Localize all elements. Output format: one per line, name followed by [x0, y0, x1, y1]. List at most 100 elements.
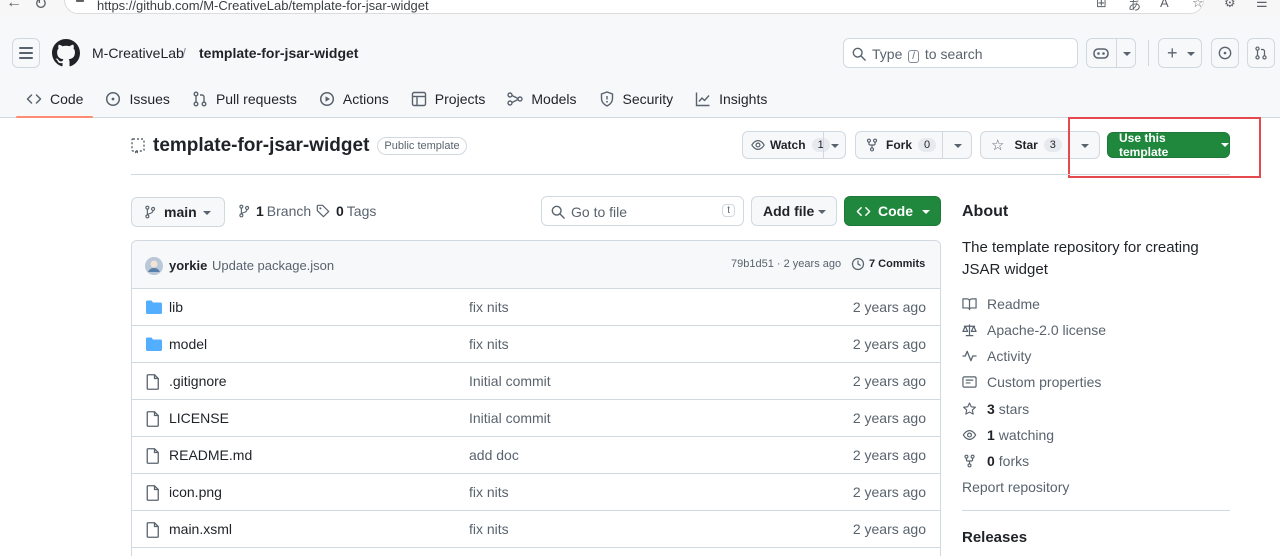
tab-issues[interactable]: Issues [95, 80, 179, 118]
header-divider [131, 174, 1230, 175]
translate-icon[interactable]: あ [1128, 0, 1144, 13]
history-icon [851, 257, 865, 271]
chevron-down-icon[interactable] [954, 144, 962, 148]
pull-requests-button[interactable] [1247, 38, 1275, 68]
file-icon [146, 411, 160, 427]
stars-link[interactable]: 3 stars [962, 401, 1029, 417]
file-name[interactable]: icon.png [169, 484, 222, 500]
repo-title-name[interactable]: template-for-jsar-widget [153, 135, 369, 157]
pulse-icon [962, 350, 977, 362]
commit-message[interactable]: Update package.json [212, 258, 334, 273]
watching-link[interactable]: 1 watching [962, 427, 1054, 443]
tab-label: Issues [129, 91, 170, 107]
split-screen-icon[interactable]: ⊞ [1096, 0, 1112, 11]
back-arrow-icon[interactable]: ← [6, 0, 22, 12]
commits-link[interactable]: 7 Commits [851, 257, 925, 271]
tab-insights[interactable]: Insights [685, 80, 777, 118]
avatar[interactable] [145, 257, 163, 275]
tab-pull-requests[interactable]: Pull requests [182, 80, 307, 118]
copilot-button[interactable] [1086, 38, 1136, 68]
report-repository-link[interactable]: Report repository [962, 479, 1069, 495]
file-row[interactable]: main.xsml fix nits 2 years ago [132, 511, 940, 548]
reload-icon[interactable]: ↻ [34, 0, 47, 14]
file-name[interactable]: .gitignore [169, 373, 227, 389]
chevron-down-icon[interactable] [831, 144, 839, 148]
file-commit-message[interactable]: fix nits [469, 336, 509, 352]
latest-commit-row: yorkie Update package.json 79b1d51 · 2 y… [132, 241, 940, 289]
activity-link[interactable]: Activity [962, 348, 1031, 364]
file-row[interactable]: .gitignore Initial commit 2 years ago [132, 363, 940, 400]
star-count: 3 [1043, 138, 1062, 152]
file-row[interactable]: model fix nits 2 years ago [132, 326, 940, 363]
tab-label: Pull requests [215, 91, 297, 107]
file-commit-message[interactable]: Initial commit [469, 373, 551, 389]
go-to-file-placeholder: Go to file [571, 204, 628, 220]
plus-icon: + [1167, 43, 1178, 63]
file-name[interactable]: LICENSE [169, 410, 229, 426]
file-icon [146, 448, 160, 464]
file-commit-message[interactable]: fix nits [469, 521, 509, 537]
github-logo-icon[interactable] [52, 39, 80, 67]
custom-properties-link[interactable]: Custom properties [962, 374, 1101, 390]
tab-label: Models [531, 91, 577, 107]
extensions-icon[interactable]: ⚙ [1224, 0, 1240, 11]
file-name[interactable]: README.md [169, 447, 252, 463]
tab-security[interactable]: Security [589, 80, 684, 118]
file-row[interactable]: README.md add doc 2 years ago [132, 437, 940, 474]
chevron-down-icon [922, 210, 930, 214]
favorites-list-icon[interactable]: ☰ [1256, 0, 1272, 11]
file-icon [146, 374, 160, 390]
address-bar[interactable]: https://github.com/M-CreativeLab/templat… [64, 0, 1204, 14]
file-name[interactable]: lib [169, 299, 183, 315]
create-new-button[interactable]: + [1158, 38, 1202, 68]
file-commit-message[interactable]: Initial commit [469, 410, 551, 426]
hamburger-menu-button[interactable] [12, 38, 40, 68]
file-commit-message[interactable]: fix nits [469, 299, 509, 315]
tab-actions[interactable]: Actions [309, 80, 399, 118]
go-to-file-input[interactable]: Go to file t [541, 196, 744, 226]
search-icon [551, 205, 565, 219]
branch-selector[interactable]: main [131, 197, 225, 227]
github-header: M-CreativeLab / template-for-jsar-widget… [0, 16, 1280, 118]
eye-icon [962, 430, 977, 440]
forks-link[interactable]: 0 forks [962, 453, 1029, 469]
tab-code[interactable]: Code [16, 80, 94, 118]
file-commit-message[interactable]: add doc [469, 447, 519, 463]
add-file-button[interactable]: Add file [751, 196, 837, 226]
stars-label: stars [998, 401, 1030, 417]
tags-link[interactable]: 0 Tags [316, 203, 376, 219]
issues-button[interactable] [1211, 38, 1239, 68]
url-text: https://github.com/M-CreativeLab/templat… [97, 0, 429, 13]
file-row[interactable]: lib fix nits 2 years ago [132, 289, 940, 326]
read-aloud-icon[interactable]: A [1160, 0, 1176, 11]
chevron-down-icon [1187, 52, 1195, 56]
favorite-star-icon[interactable]: ☆ [1192, 0, 1208, 11]
file-row[interactable]: icon.png fix nits 2 years ago [132, 474, 940, 511]
search-input[interactable]: Type / to search [843, 38, 1078, 68]
file-name[interactable]: model [169, 336, 207, 352]
commit-sha[interactable]: 79b1d51 [731, 258, 774, 270]
license-link[interactable]: Apache-2.0 license [962, 322, 1106, 338]
watch-button[interactable]: Watch 1 [742, 131, 846, 159]
code-dropdown-button[interactable]: Code [844, 196, 941, 226]
repo-forked-icon [866, 138, 878, 152]
file-commit-date: 2 years ago [852, 484, 926, 500]
tab-models[interactable]: Models [497, 80, 586, 118]
file-commit-date: 2 years ago [852, 373, 926, 389]
license-label: Apache-2.0 license [987, 322, 1107, 338]
repo-name-link[interactable]: template-for-jsar-widget [199, 45, 358, 61]
releases-heading[interactable]: Releases [962, 529, 1027, 546]
tags-count: 0 [336, 203, 344, 219]
repo-owner-link[interactable]: M-CreativeLab [92, 45, 184, 61]
file-name[interactable]: main.xsml [169, 521, 232, 537]
fork-button[interactable]: Fork 0 [855, 131, 972, 159]
readme-link[interactable]: Readme [962, 296, 1040, 312]
file-row[interactable]: LICENSE Initial commit 2 years ago [132, 400, 940, 437]
commit-author[interactable]: yorkie [169, 258, 207, 273]
file-commit-message[interactable]: fix nits [469, 484, 509, 500]
file-icon [146, 485, 160, 501]
tab-projects[interactable]: Projects [401, 80, 496, 118]
folder-icon [146, 300, 162, 314]
branches-link[interactable]: 1 Branch [238, 203, 311, 219]
repo-tabs: Code Issues Pull requests Actions Projec… [16, 80, 779, 118]
